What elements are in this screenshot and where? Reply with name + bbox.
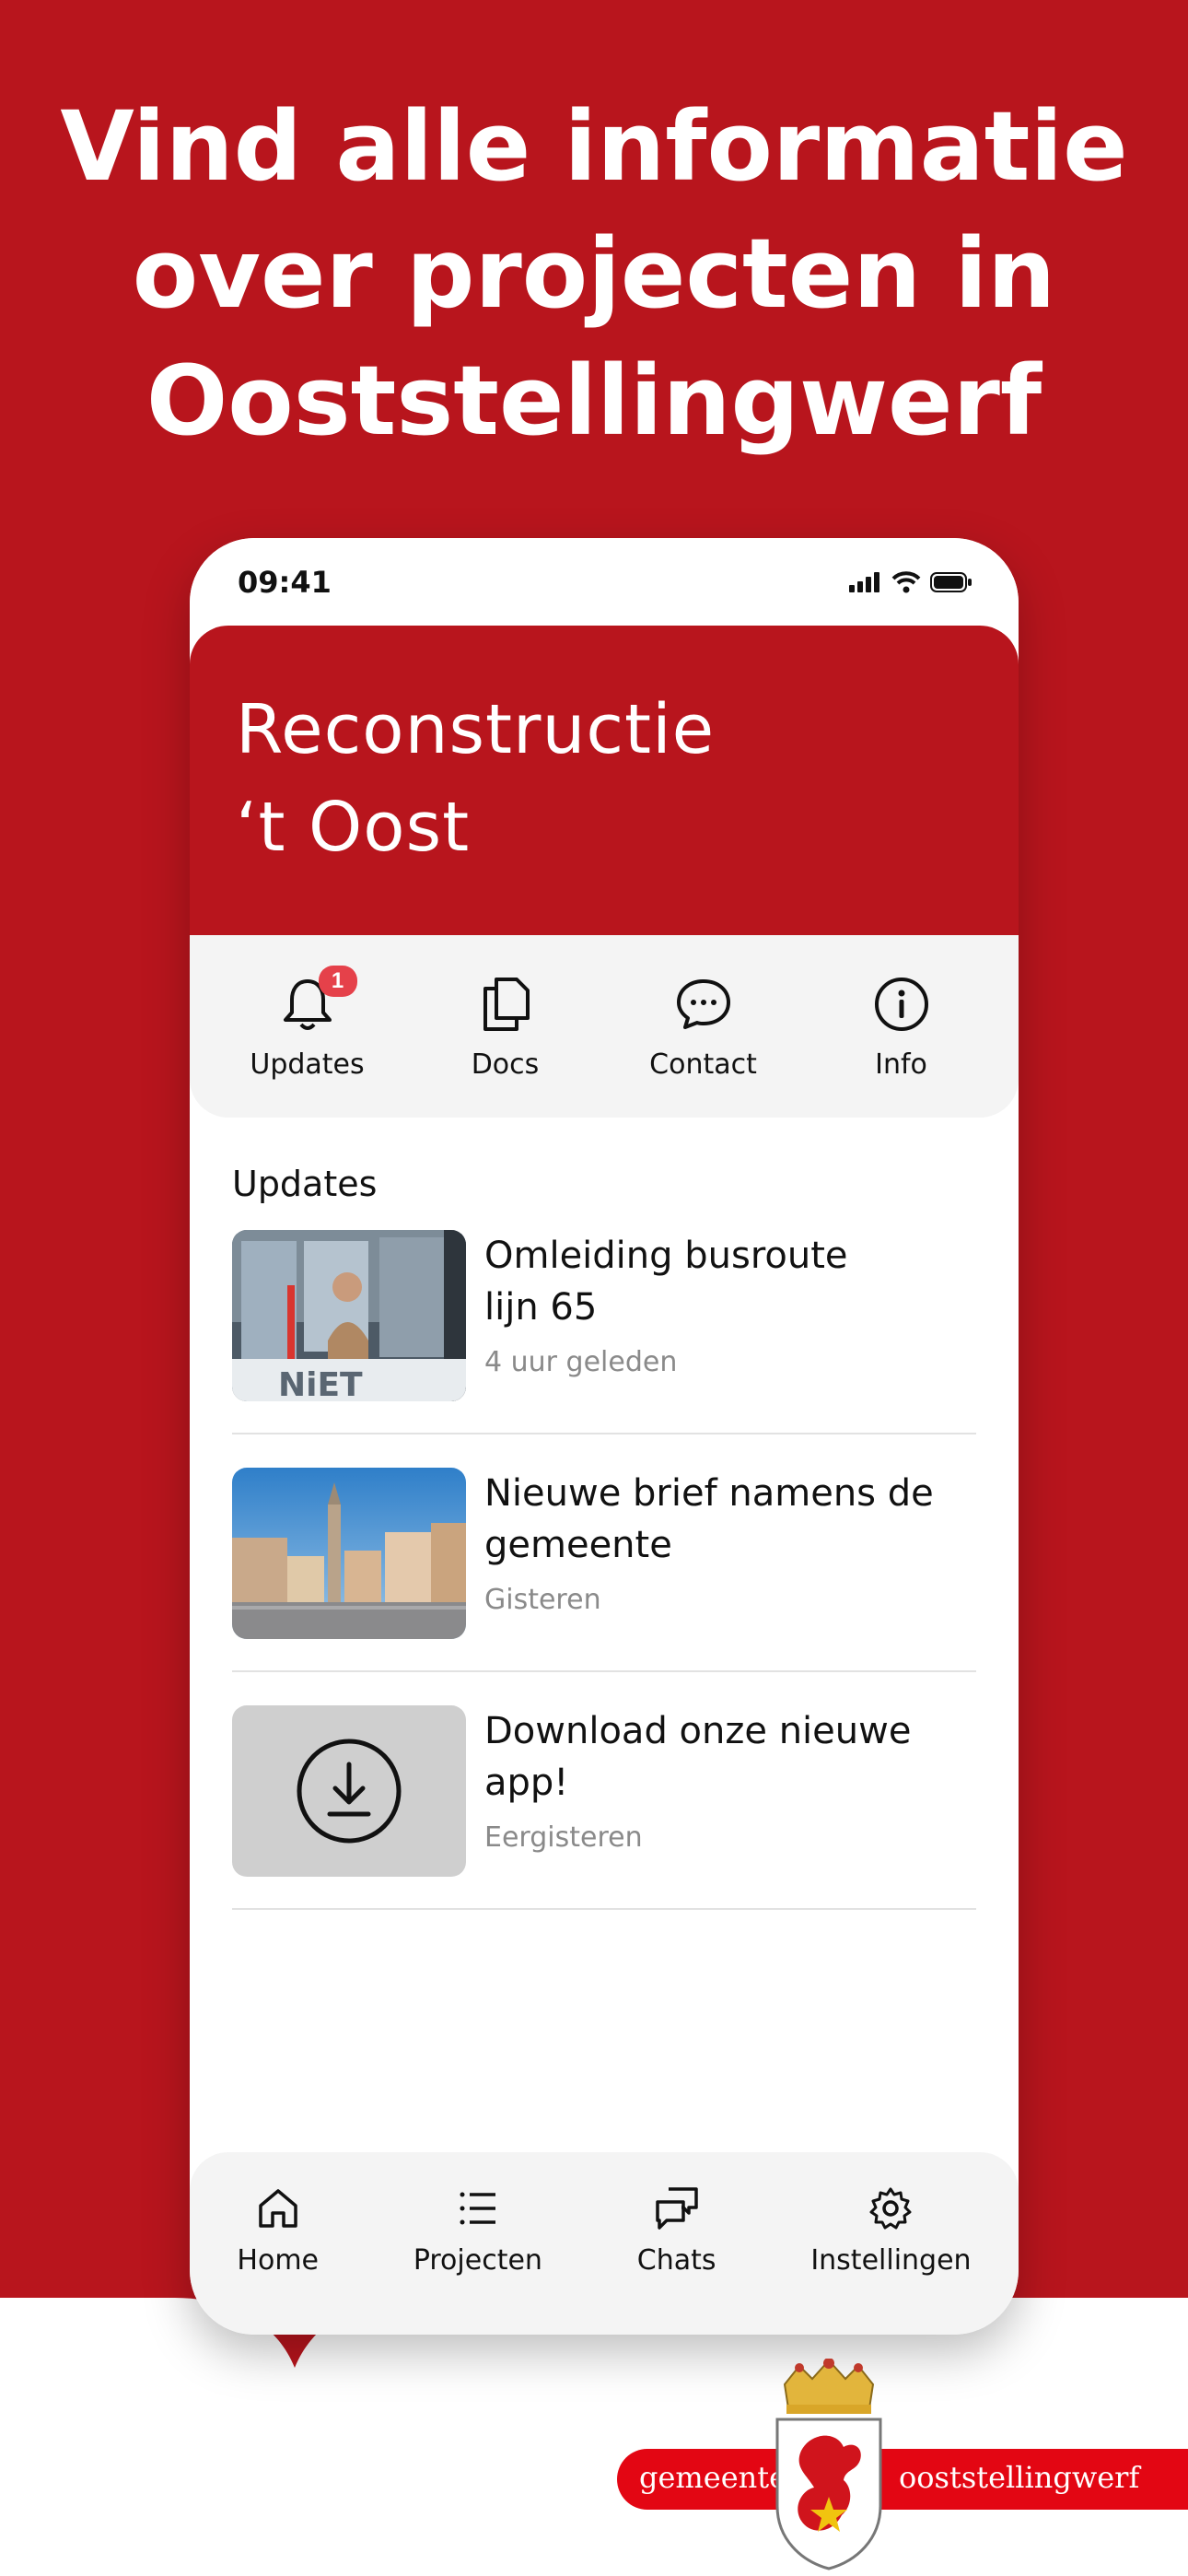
tab-label: Projecten — [413, 2244, 542, 2277]
tab-label: Home — [237, 2244, 319, 2277]
documents-icon — [474, 973, 537, 1036]
quick-action-label: Docs — [471, 1048, 540, 1081]
tab-label: Chats — [636, 2244, 716, 2277]
town-square-photo — [232, 1468, 466, 1639]
download-icon — [297, 1739, 402, 1844]
quick-action-label: Contact — [649, 1048, 757, 1081]
headline-line-2: over projecten in — [132, 217, 1056, 330]
headline: Vind alle informatie over projecten in O… — [0, 83, 1188, 464]
status-time: 09:41 — [238, 564, 332, 600]
update-time: Gisteren — [484, 1584, 601, 1616]
battery-icon — [930, 571, 972, 592]
signal-icon — [849, 571, 879, 592]
tab-instellingen[interactable]: Instellingen — [810, 2185, 972, 2277]
quick-action-label: Info — [875, 1048, 927, 1081]
update-item[interactable]: NiET Omleiding busroute lijn 65 4 uur ge… — [232, 1230, 976, 1434]
coat-of-arms-icon — [775, 2359, 882, 2570]
bus-photo: NiET — [232, 1230, 466, 1401]
section-title: Updates — [232, 1164, 378, 1204]
update-title: Nieuwe brief namens de gemeente — [484, 1472, 934, 1566]
quick-action-contact[interactable]: Contact — [621, 973, 786, 1081]
quick-action-docs[interactable]: Docs — [423, 973, 588, 1081]
notification-badge: 1 — [318, 965, 357, 997]
bell-icon: 1 — [276, 965, 357, 1036]
download-tile — [232, 1705, 466, 1877]
project-header: Reconstructie ‘t Oost — [190, 626, 1019, 935]
status-icons — [849, 570, 973, 593]
quick-actions: 1 Updates Docs Contact Info — [190, 935, 1019, 1118]
quick-action-updates[interactable]: 1 Updates — [225, 965, 390, 1081]
logo-text-right: ooststellingwerf — [899, 2460, 1140, 2495]
municipality-logo: gemeente ooststellingwerf — [611, 2359, 1188, 2576]
project-title: Reconstructie ‘t Oost — [236, 690, 716, 867]
tab-projecten[interactable]: Projecten — [413, 2185, 542, 2277]
home-icon — [258, 2189, 297, 2228]
status-bar: 09:41 — [190, 538, 1019, 626]
update-item[interactable]: Download onze nieuwe app! Eergisteren — [232, 1705, 976, 1910]
tab-home[interactable]: Home — [237, 2185, 319, 2277]
headline-line-3: Ooststellingwerf — [146, 345, 1042, 457]
info-icon — [870, 973, 933, 1036]
tab-label: Instellingen — [810, 2244, 972, 2277]
update-title: Omleiding busroute lijn 65 — [484, 1235, 848, 1329]
wifi-icon — [891, 570, 921, 592]
tab-chats[interactable]: Chats — [637, 2185, 716, 2277]
gear-icon — [869, 2187, 912, 2230]
updates-list: NiET Omleiding busroute lijn 65 4 uur ge… — [232, 1230, 976, 1910]
chats-icon — [655, 2187, 698, 2230]
quick-action-info[interactable]: Info — [819, 973, 984, 1081]
update-time: 4 uur geleden — [484, 1346, 678, 1378]
update-title: Download onze nieuwe app! — [484, 1710, 912, 1804]
tab-bar: Home Projecten Chats Instellingen — [190, 2152, 1019, 2335]
headline-line-1: Vind alle informatie — [60, 90, 1128, 203]
chat-bubble-icon — [672, 973, 735, 1036]
list-icon — [460, 2192, 495, 2225]
quick-action-label: Updates — [250, 1048, 365, 1081]
svg-text:NiET: NiET — [278, 1366, 363, 1401]
update-item[interactable]: Nieuwe brief namens de gemeente Gisteren — [232, 1468, 976, 1672]
phone-mockup: 09:41 Reconstructie ‘t Oost 1 Updates Do… — [190, 538, 1019, 2335]
update-time: Eergisteren — [484, 1821, 643, 1854]
